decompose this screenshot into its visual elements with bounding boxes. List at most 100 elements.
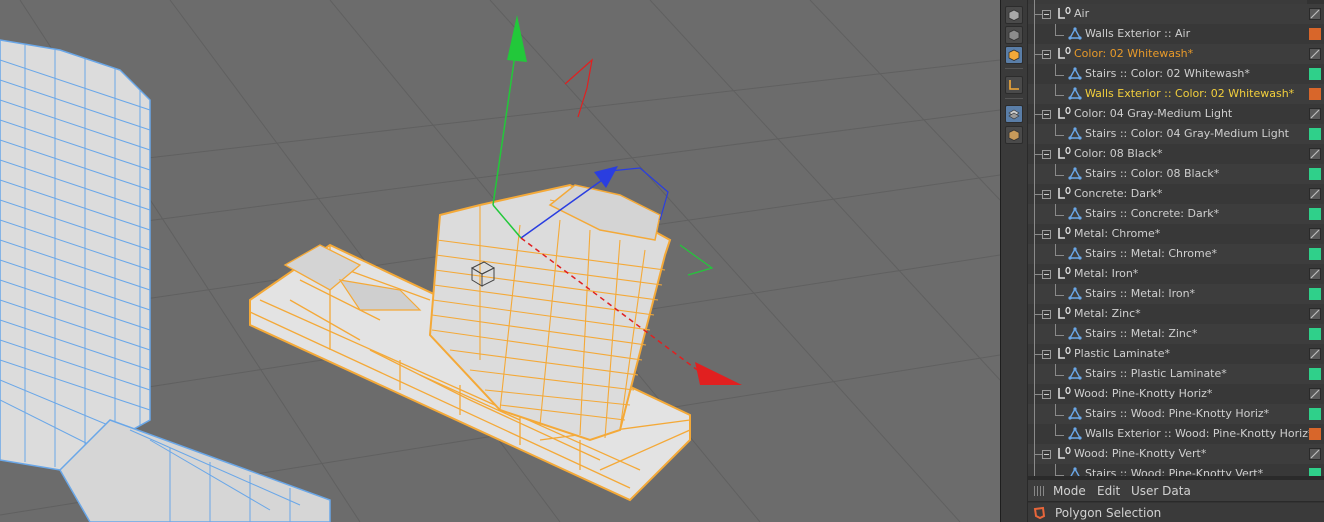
material-tag-icon[interactable] bbox=[1309, 428, 1321, 440]
menu-user-data[interactable]: User Data bbox=[1131, 484, 1191, 498]
cube-active-icon[interactable] bbox=[1005, 46, 1023, 64]
object-row[interactable]: Metal: Zinc* bbox=[1028, 304, 1324, 324]
null-object-icon bbox=[1057, 266, 1071, 280]
material-tag-icon[interactable] bbox=[1309, 288, 1321, 300]
object-row[interactable]: Metal: Iron* bbox=[1028, 264, 1324, 284]
material-tag-icon[interactable] bbox=[1309, 468, 1321, 476]
material-tag-icon[interactable] bbox=[1309, 68, 1321, 80]
tree-connector bbox=[1055, 164, 1056, 175]
object-row[interactable]: Stairs :: Wood: Pine-Knotty Horiz* bbox=[1028, 404, 1324, 424]
tree-connector bbox=[1055, 335, 1064, 336]
layer-tag-icon[interactable] bbox=[1309, 388, 1321, 400]
tree-connector bbox=[1055, 324, 1056, 335]
polygon-object-icon bbox=[1068, 247, 1082, 261]
3d-viewport[interactable] bbox=[0, 0, 1000, 522]
material-tag-icon[interactable] bbox=[1309, 128, 1321, 140]
collapse-toggle-icon[interactable] bbox=[1042, 350, 1051, 359]
object-row[interactable]: Walls Exterior :: Air bbox=[1028, 24, 1324, 44]
object-row[interactable]: Color: 04 Gray-Medium Light bbox=[1028, 104, 1324, 124]
object-label: Concrete: Dark* bbox=[1074, 187, 1163, 200]
collapse-toggle-icon[interactable] bbox=[1042, 10, 1051, 19]
toolbar-separator bbox=[1005, 98, 1023, 99]
object-row[interactable]: Stairs :: Metal: Zinc* bbox=[1028, 324, 1324, 344]
tree-connector bbox=[1055, 64, 1056, 75]
object-row[interactable]: Wood: Pine-Knotty Vert* bbox=[1028, 444, 1324, 464]
material-tag-icon[interactable] bbox=[1309, 368, 1321, 380]
collapse-toggle-icon[interactable] bbox=[1042, 390, 1051, 399]
object-row[interactable]: Concrete: Dark* bbox=[1028, 184, 1324, 204]
object-row[interactable]: Stairs :: Wood: Pine-Knotty Vert* bbox=[1028, 464, 1324, 476]
tree-connector bbox=[1055, 255, 1064, 256]
object-row[interactable]: Plastic Laminate* bbox=[1028, 344, 1324, 364]
object-label: Stairs :: Wood: Pine-Knotty Horiz* bbox=[1085, 407, 1270, 420]
object-row[interactable]: Air bbox=[1028, 4, 1324, 24]
menu-edit[interactable]: Edit bbox=[1097, 484, 1120, 498]
floor-icon[interactable] bbox=[1005, 76, 1023, 94]
null-object-icon bbox=[1057, 306, 1071, 320]
tree-connector bbox=[1034, 234, 1042, 235]
tree-connector bbox=[1055, 35, 1064, 36]
tree-connector bbox=[1055, 135, 1064, 136]
polygon-object-icon bbox=[1068, 327, 1082, 341]
layer-tag-icon[interactable] bbox=[1309, 148, 1321, 160]
collapse-toggle-icon[interactable] bbox=[1042, 230, 1051, 239]
layer-tag-icon[interactable] bbox=[1309, 8, 1321, 20]
menu-mode[interactable]: Mode bbox=[1053, 484, 1086, 498]
selected-building[interactable] bbox=[249, 183, 691, 502]
material-tag-icon[interactable] bbox=[1309, 28, 1321, 40]
material-tag-icon[interactable] bbox=[1309, 248, 1321, 260]
tree-connector bbox=[1034, 454, 1042, 455]
null-object-icon bbox=[1057, 346, 1071, 360]
object-row[interactable]: Stairs :: Plastic Laminate* bbox=[1028, 364, 1324, 384]
collapse-toggle-icon[interactable] bbox=[1042, 310, 1051, 319]
material-tag-icon[interactable] bbox=[1309, 328, 1321, 340]
layer-tag-icon[interactable] bbox=[1309, 48, 1321, 60]
object-row[interactable]: Metal: Chrome* bbox=[1028, 224, 1324, 244]
object-manager-panel[interactable]: AirWalls Exterior :: Air Color: 02 Whitew… bbox=[1028, 0, 1324, 476]
material-tag-icon[interactable] bbox=[1309, 208, 1321, 220]
cube-icon[interactable] bbox=[1005, 6, 1023, 24]
object-row[interactable]: Walls Exterior :: Wood: Pine-Knotty Hori… bbox=[1028, 424, 1324, 444]
texture-icon[interactable] bbox=[1005, 126, 1023, 144]
object-row[interactable]: Stairs :: Metal: Iron* bbox=[1028, 284, 1324, 304]
object-label: Air bbox=[1074, 7, 1090, 20]
layer-tag-icon[interactable] bbox=[1309, 348, 1321, 360]
object-row[interactable]: Wood: Pine-Knotty Horiz* bbox=[1028, 384, 1324, 404]
collapse-toggle-icon[interactable] bbox=[1042, 270, 1051, 279]
material-tag-icon[interactable] bbox=[1309, 168, 1321, 180]
collapse-toggle-icon[interactable] bbox=[1042, 110, 1051, 119]
layers-icon[interactable] bbox=[1005, 105, 1023, 123]
material-tag-icon[interactable] bbox=[1309, 88, 1321, 100]
material-tag-icon[interactable] bbox=[1309, 408, 1321, 420]
layer-tag-icon[interactable] bbox=[1309, 308, 1321, 320]
tree-connector bbox=[1034, 194, 1042, 195]
x-axis-handle[interactable] bbox=[695, 362, 742, 385]
object-row[interactable]: Stairs :: Metal: Chrome* bbox=[1028, 244, 1324, 264]
layer-tag-icon[interactable] bbox=[1309, 108, 1321, 120]
object-row[interactable]: Color: 02 Whitewash* bbox=[1028, 44, 1324, 64]
object-row[interactable]: Stairs :: Color: 08 Black* bbox=[1028, 164, 1324, 184]
collapse-toggle-icon[interactable] bbox=[1042, 190, 1051, 199]
grip-icon[interactable] bbox=[1034, 486, 1044, 496]
object-row[interactable]: Color: 08 Black* bbox=[1028, 144, 1324, 164]
polygon-object-icon bbox=[1068, 207, 1082, 221]
tree-connector bbox=[1055, 204, 1056, 215]
polygon-object-icon bbox=[1068, 367, 1082, 381]
collapse-toggle-icon[interactable] bbox=[1042, 50, 1051, 59]
layer-tag-icon[interactable] bbox=[1309, 448, 1321, 460]
layer-tag-icon[interactable] bbox=[1309, 268, 1321, 280]
layer-tag-icon[interactable] bbox=[1309, 188, 1321, 200]
collapse-toggle-icon[interactable] bbox=[1042, 450, 1051, 459]
object-label: Wood: Pine-Knotty Vert* bbox=[1074, 447, 1207, 460]
layer-tag-icon[interactable] bbox=[1309, 228, 1321, 240]
cube-gray-icon[interactable] bbox=[1005, 26, 1023, 44]
object-row[interactable]: Stairs :: Concrete: Dark* bbox=[1028, 204, 1324, 224]
object-label: Stairs :: Color: 08 Black* bbox=[1085, 167, 1220, 180]
collapse-toggle-icon[interactable] bbox=[1042, 150, 1051, 159]
object-row[interactable]: Walls Exterior :: Color: 02 Whitewash* bbox=[1028, 84, 1324, 104]
object-row[interactable]: Stairs :: Color: 04 Gray-Medium Light bbox=[1028, 124, 1324, 144]
z-axis-handle[interactable] bbox=[594, 166, 618, 188]
tree-connector bbox=[1034, 54, 1042, 55]
object-row[interactable]: Stairs :: Color: 02 Whitewash* bbox=[1028, 64, 1324, 84]
polygon-object-icon bbox=[1068, 67, 1082, 81]
